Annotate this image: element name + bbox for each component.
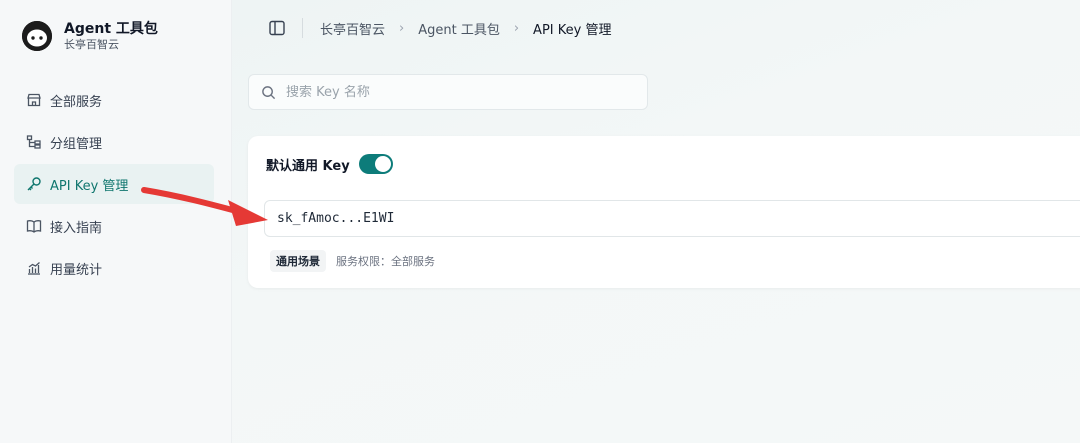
book-icon <box>26 218 42 234</box>
top-bar: 长亭百智云 › Agent 工具包 › API Key 管理 <box>232 0 1080 56</box>
toggle-knob <box>374 156 391 172</box>
brand-subtitle: 长亭百智云 <box>64 38 119 51</box>
brand-title: Agent 工具包 <box>64 21 158 37</box>
sidebar-item-label: 分组管理 <box>50 136 103 152</box>
chevron-right-icon: › <box>513 21 520 36</box>
breadcrumb-current: API Key 管理 <box>533 23 612 38</box>
face-logo-icon <box>22 21 52 51</box>
main-content: 长亭百智云 › Agent 工具包 › API Key 管理 默认通用 Key … <box>232 0 1080 443</box>
brand[interactable]: Agent 工具包 长亭百智云 <box>22 20 158 52</box>
breadcrumb-item[interactable]: 长亭百智云 <box>320 19 385 38</box>
scene-tag: 通用场景 <box>270 250 326 272</box>
key-title: 默认通用 Key <box>266 158 350 174</box>
sidebar-item-label: 全部服务 <box>50 94 103 110</box>
key-enabled-toggle[interactable] <box>358 154 393 174</box>
api-key-text: sk_fAmoc...E1WI <box>277 211 395 226</box>
sidebar-item-label: 用量统计 <box>50 262 103 278</box>
chart-icon <box>26 260 42 276</box>
api-key-card: 默认通用 Key sk_fAmoc...E1WI 通用场景 服务权限：全部服务 <box>248 136 1080 288</box>
sidebar: Agent 工具包 长亭百智云 全部服务 分组管理 API Key 管理 接入指… <box>0 0 232 443</box>
sidebar-item-usage[interactable]: 用量统计 <box>14 248 214 288</box>
sidebar-item-label: 接入指南 <box>50 220 103 236</box>
divider <box>302 18 303 38</box>
sidebar-item-api-keys[interactable]: API Key 管理 <box>14 164 214 204</box>
chevron-right-icon: › <box>399 21 405 36</box>
api-key-value[interactable]: sk_fAmoc...E1WI <box>264 200 1080 237</box>
sidebar-item-groups[interactable]: 分组管理 <box>14 122 214 162</box>
sidebar-item-all-services[interactable]: 全部服务 <box>14 80 214 120</box>
search-icon <box>262 85 276 99</box>
group-tree-icon <box>26 134 42 150</box>
search-box[interactable] <box>248 74 648 110</box>
key-icon <box>26 176 42 192</box>
search-input[interactable] <box>286 84 626 100</box>
breadcrumb: 长亭百智云 › Agent 工具包 › API Key 管理 <box>320 19 611 38</box>
sidebar-nav: 全部服务 分组管理 API Key 管理 接入指南 用量统计 <box>14 80 214 290</box>
sidebar-item-label: API Key 管理 <box>50 178 129 194</box>
store-icon <box>26 92 42 108</box>
permission-text: 服务权限：全部服务 <box>336 255 435 268</box>
sidebar-item-guide[interactable]: 接入指南 <box>14 206 214 246</box>
breadcrumb-item[interactable]: Agent 工具包 <box>418 19 500 38</box>
sidebar-toggle-icon[interactable] <box>268 19 286 37</box>
